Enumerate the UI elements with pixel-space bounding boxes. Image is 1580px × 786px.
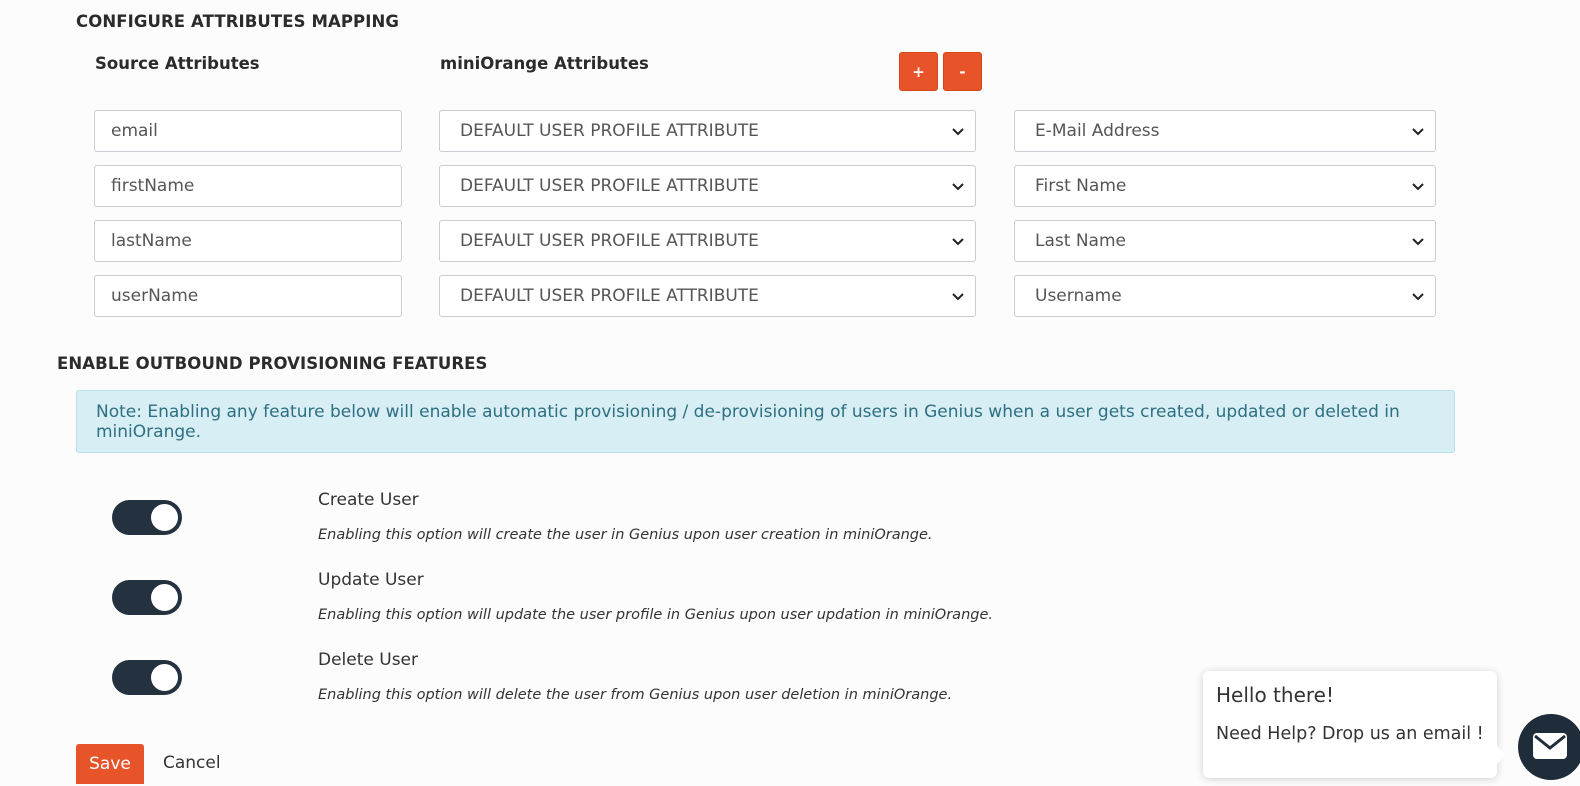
mapping-row: userName DEFAULT USER PROFILE ATTRIBUTE … [0, 275, 1580, 317]
miniorange-attribute-select[interactable]: Username [1014, 275, 1436, 317]
update-user-description: Enabling this option will update the use… [318, 607, 993, 623]
miniorange-attribute-select[interactable]: First Name [1014, 165, 1436, 207]
chevron-down-icon [952, 128, 964, 136]
source-attribute-input[interactable]: email [94, 110, 402, 152]
chat-popup[interactable]: Hello there! Need Help? Drop us an email… [1203, 671, 1506, 778]
toggle-knob [151, 584, 178, 611]
envelope-icon [1533, 733, 1567, 759]
provisioning-note-text: Note: Enabling any feature below will en… [96, 401, 1400, 442]
attribute-type-select[interactable]: DEFAULT USER PROFILE ATTRIBUTE [439, 165, 976, 207]
attribute-type-select[interactable]: DEFAULT USER PROFILE ATTRIBUTE [439, 275, 976, 317]
mapping-row: firstName DEFAULT USER PROFILE ATTRIBUTE… [0, 165, 1580, 207]
mapping-section-title: CONFIGURE ATTRIBUTES MAPPING [76, 12, 400, 31]
chat-greeting: Hello there! [1216, 683, 1334, 707]
attribute-type-value: DEFAULT USER PROFILE ATTRIBUTE [460, 176, 759, 196]
chevron-down-icon [1412, 183, 1424, 191]
chevron-down-icon [952, 238, 964, 246]
source-attribute-input[interactable]: lastName [94, 220, 402, 262]
mapping-row: lastName DEFAULT USER PROFILE ATTRIBUTE … [0, 220, 1580, 262]
chevron-down-icon [952, 293, 964, 301]
attribute-type-value: DEFAULT USER PROFILE ATTRIBUTE [460, 286, 759, 306]
source-attribute-input[interactable]: firstName [94, 165, 402, 207]
create-user-title: Create User [318, 490, 419, 510]
chevron-down-icon [1412, 238, 1424, 246]
toggle-knob [151, 504, 178, 531]
update-user-toggle[interactable] [112, 580, 182, 615]
miniorange-attribute-value: First Name [1035, 176, 1127, 196]
remove-row-button[interactable]: - [943, 52, 982, 91]
attribute-type-value: DEFAULT USER PROFILE ATTRIBUTE [460, 231, 759, 251]
cancel-button[interactable]: Cancel [163, 753, 221, 773]
miniorange-attribute-value: Last Name [1035, 231, 1126, 251]
miniorange-attribute-value: Username [1035, 286, 1122, 306]
miniorange-attributes-header: miniOrange Attributes [440, 54, 649, 73]
create-user-toggle[interactable] [112, 500, 182, 535]
provisioning-section-title: ENABLE OUTBOUND PROVISIONING FEATURES [57, 354, 488, 373]
chevron-down-icon [952, 183, 964, 191]
update-user-title: Update User [318, 570, 424, 590]
miniorange-attribute-select[interactable]: E-Mail Address [1014, 110, 1436, 152]
attribute-type-value: DEFAULT USER PROFILE ATTRIBUTE [460, 121, 759, 141]
provisioning-note: Note: Enabling any feature below will en… [76, 390, 1455, 453]
source-attributes-header: Source Attributes [95, 54, 260, 73]
add-row-button[interactable]: + [899, 52, 938, 91]
attribute-type-select[interactable]: DEFAULT USER PROFILE ATTRIBUTE [439, 220, 976, 262]
source-attribute-input[interactable]: userName [94, 275, 402, 317]
chat-launcher-button[interactable] [1518, 714, 1580, 780]
chat-prompt: Need Help? Drop us an email ! [1216, 724, 1484, 744]
mapping-row: email DEFAULT USER PROFILE ATTRIBUTE E-M… [0, 110, 1580, 152]
attribute-type-select[interactable]: DEFAULT USER PROFILE ATTRIBUTE [439, 110, 976, 152]
chat-popup-tail [1497, 746, 1506, 764]
delete-user-description: Enabling this option will delete the use… [318, 687, 953, 703]
miniorange-attribute-select[interactable]: Last Name [1014, 220, 1436, 262]
chevron-down-icon [1412, 293, 1424, 301]
save-button[interactable]: Save [76, 744, 144, 784]
delete-user-title: Delete User [318, 650, 419, 670]
miniorange-attribute-value: E-Mail Address [1035, 121, 1160, 141]
chevron-down-icon [1412, 128, 1424, 136]
delete-user-toggle[interactable] [112, 660, 182, 695]
create-user-description: Enabling this option will create the use… [318, 527, 933, 543]
toggle-knob [151, 664, 178, 691]
